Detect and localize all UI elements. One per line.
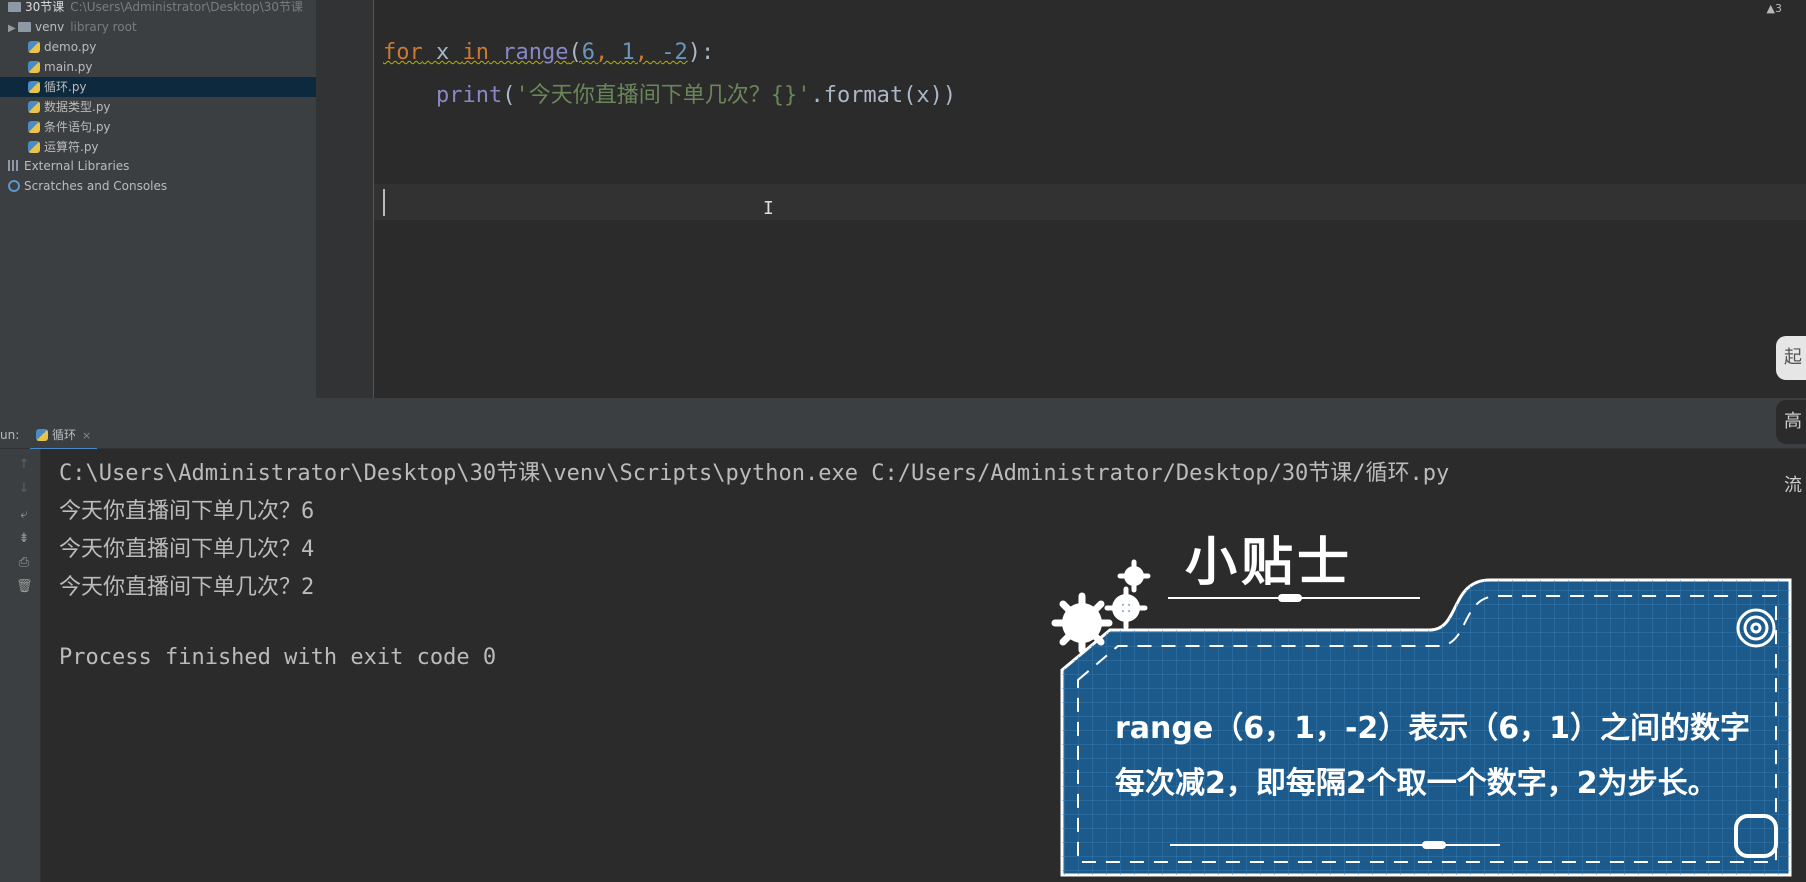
tree-external-libraries[interactable]: External Libraries — [0, 156, 316, 176]
tree-item-label: venv — [35, 20, 65, 34]
scroll-to-end-icon[interactable]: ⇟ — [16, 531, 32, 547]
builtin-range: range — [489, 40, 569, 65]
tree-file-label: main.py — [44, 60, 93, 74]
code-paren: ): — [687, 40, 715, 65]
code-comma: , — [634, 40, 662, 65]
code-line-1-content: for x in range(6, 1, -2 — [383, 40, 688, 65]
python-file-icon — [28, 100, 40, 113]
tree-item-label: External Libraries — [24, 159, 130, 173]
python-file-icon — [28, 40, 40, 53]
tree-file-loop[interactable]: 循环.py — [0, 77, 316, 97]
tree-file-datatypes[interactable]: 数据类型.py — [0, 97, 316, 117]
project-tree: 30节课 C:\Users\Administrator\Desktop\30节课 … — [0, 0, 316, 422]
code-line-2[interactable]: print('今天你直播间下单几次？{}'.format(x)) — [383, 77, 956, 109]
tree-file-label: 运算符.py — [44, 140, 99, 154]
print-icon[interactable]: ⎙ — [16, 555, 32, 571]
console-line: 今天你直播间下单几次？6 — [59, 499, 315, 524]
tree-file-main[interactable]: main.py — [0, 57, 316, 77]
tree-file-demo[interactable]: demo.py — [0, 37, 316, 57]
tree-item-hint: library root — [70, 20, 137, 34]
python-file-icon — [36, 428, 48, 441]
code-comma: , — [594, 40, 622, 65]
scratch-icon — [8, 179, 20, 192]
tip-overlay: 小贴士 range（6，1，-2）表示（6，1）之间的数字 每次减2，即每隔2个… — [1050, 520, 1806, 882]
console-line: Process finished with exit code 0 — [59, 645, 497, 670]
code-string: '今天你直播间下单几次？{}' — [515, 83, 811, 108]
python-file-icon — [28, 120, 40, 133]
console-line: C:\Users\Administrator\Desktop\30节课\venv… — [59, 461, 1450, 486]
tree-root-name: 30节课 — [25, 0, 65, 14]
tree-scratches[interactable]: Scratches and Consoles — [0, 176, 316, 196]
tree-item-label: Scratches and Consoles — [24, 179, 168, 193]
builtin-print: print — [435, 83, 503, 108]
run-toolbar: ↑ ↓ ⤶ ⇟ ⎙ 🗑 — [0, 449, 41, 882]
tip-title: 小贴士 — [1185, 533, 1354, 593]
code-number: 6 — [581, 40, 595, 65]
close-icon[interactable]: × — [82, 429, 91, 442]
run-tab-label: 循环 — [52, 428, 77, 442]
tree-file-label: demo.py — [44, 40, 97, 54]
side-button[interactable]: 起 — [1776, 336, 1806, 380]
code-paren: ( — [502, 83, 516, 108]
run-label: un: — [0, 428, 20, 442]
console-line: 今天你直播间下单几次？2 — [59, 575, 315, 600]
python-file-icon — [28, 80, 40, 93]
current-line-highlight — [374, 184, 1806, 220]
warning-indicator[interactable]: ▲3 — [1767, 2, 1782, 15]
tip-text-line-2: 每次减2，即每隔2个取一个数字，2为步长。 — [1115, 766, 1718, 801]
tree-file-operators[interactable]: 运算符.py — [0, 137, 316, 157]
tip-panel-graphic — [1051, 559, 1792, 877]
side-strip: 起 高 流 — [1768, 330, 1806, 530]
code-paren: ( — [568, 40, 582, 65]
tree-file-label: 数据类型.py — [44, 100, 111, 114]
code-var: x — [422, 40, 463, 65]
tree-root[interactable]: 30节课 C:\Users\Administrator\Desktop\30节课 — [0, 0, 316, 17]
folder-icon — [8, 1, 21, 12]
tree-file-conditions[interactable]: 条件语句.py — [0, 117, 316, 137]
tree-file-label: 条件语句.py — [44, 120, 111, 134]
python-file-icon — [28, 60, 40, 73]
code-line-1[interactable]: for x in range(6, 1, -2): — [383, 40, 714, 65]
arrow-up-icon[interactable]: ↑ — [16, 457, 32, 473]
tree-item-venv[interactable]: ▶ venv library root — [0, 17, 316, 37]
trash-icon[interactable]: 🗑 — [16, 579, 33, 595]
code-number: 1 — [621, 40, 635, 65]
soft-wrap-icon[interactable]: ⤶ — [16, 507, 32, 523]
text-caret — [383, 189, 385, 216]
keyword-for: for — [383, 40, 423, 65]
arrow-down-icon[interactable]: ↓ — [16, 481, 32, 497]
console-line: 今天你直播间下单几次？4 — [59, 537, 315, 562]
code-number: -2 — [661, 40, 688, 65]
code-rest: .format(x)) — [810, 83, 957, 108]
tree-root-path: C:\Users\Administrator\Desktop\30节课 — [70, 0, 304, 14]
tip-text-line-1: range（6，1，-2）表示（6，1）之间的数字 — [1115, 711, 1751, 746]
library-icon — [8, 160, 20, 171]
run-toolwindow-header: un: 循环 × — [0, 422, 1806, 450]
editor-gutter — [316, 0, 374, 398]
side-button[interactable]: 流 — [1776, 464, 1806, 508]
ibeam-cursor-icon: I — [763, 198, 774, 219]
side-button[interactable]: 高 — [1776, 400, 1806, 444]
chevron-right-icon[interactable]: ▶ — [8, 19, 18, 39]
panel-divider[interactable] — [0, 398, 1806, 422]
python-file-icon — [28, 140, 40, 153]
keyword-in: in — [462, 40, 490, 65]
folder-icon — [18, 21, 31, 32]
tree-file-label: 循环.py — [44, 80, 87, 94]
run-tab[interactable]: 循环 × — [30, 422, 98, 450]
